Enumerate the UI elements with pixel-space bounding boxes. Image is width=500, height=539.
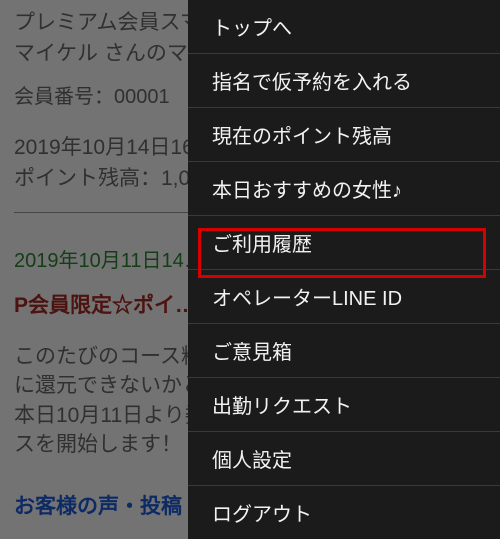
menu-item-label: ご利用履歴: [212, 228, 312, 257]
menu-item-feedback[interactable]: ご意見箱: [188, 324, 500, 378]
menu-item-top[interactable]: トップへ: [188, 0, 500, 54]
menu-item-label: オペレーターLINE ID: [212, 282, 402, 311]
menu-item-logout[interactable]: ログアウト: [188, 486, 500, 539]
menu-item-reserve[interactable]: 指名で仮予約を入れる: [188, 54, 500, 108]
menu-item-operator-line[interactable]: オペレーターLINE ID: [188, 270, 500, 324]
menu-item-label: トップへ: [212, 12, 292, 41]
menu-item-label: ご意見箱: [212, 336, 292, 365]
menu-item-recommended[interactable]: 本日おすすめの女性♪: [188, 162, 500, 216]
app-viewport: プレミアム会員スマホ マイケル さんのマイ… 会員番号：00001 2019年1…: [0, 0, 500, 539]
menu-item-history[interactable]: ご利用履歴: [188, 216, 500, 270]
menu-item-label: 本日おすすめの女性♪: [212, 174, 402, 203]
menu-item-label: 指名で仮予約を入れる: [212, 66, 412, 95]
menu-item-label: 出勤リクエスト: [212, 390, 352, 419]
menu-item-points[interactable]: 現在のポイント残高: [188, 108, 500, 162]
menu-item-attendance-request[interactable]: 出勤リクエスト: [188, 378, 500, 432]
menu-item-label: 個人設定: [212, 444, 292, 473]
menu-item-label: 現在のポイント残高: [212, 120, 392, 149]
menu-item-label: ログアウト: [212, 498, 312, 527]
menu-item-settings[interactable]: 個人設定: [188, 432, 500, 486]
side-drawer: トップへ 指名で仮予約を入れる 現在のポイント残高 本日おすすめの女性♪ ご利用…: [188, 0, 500, 539]
